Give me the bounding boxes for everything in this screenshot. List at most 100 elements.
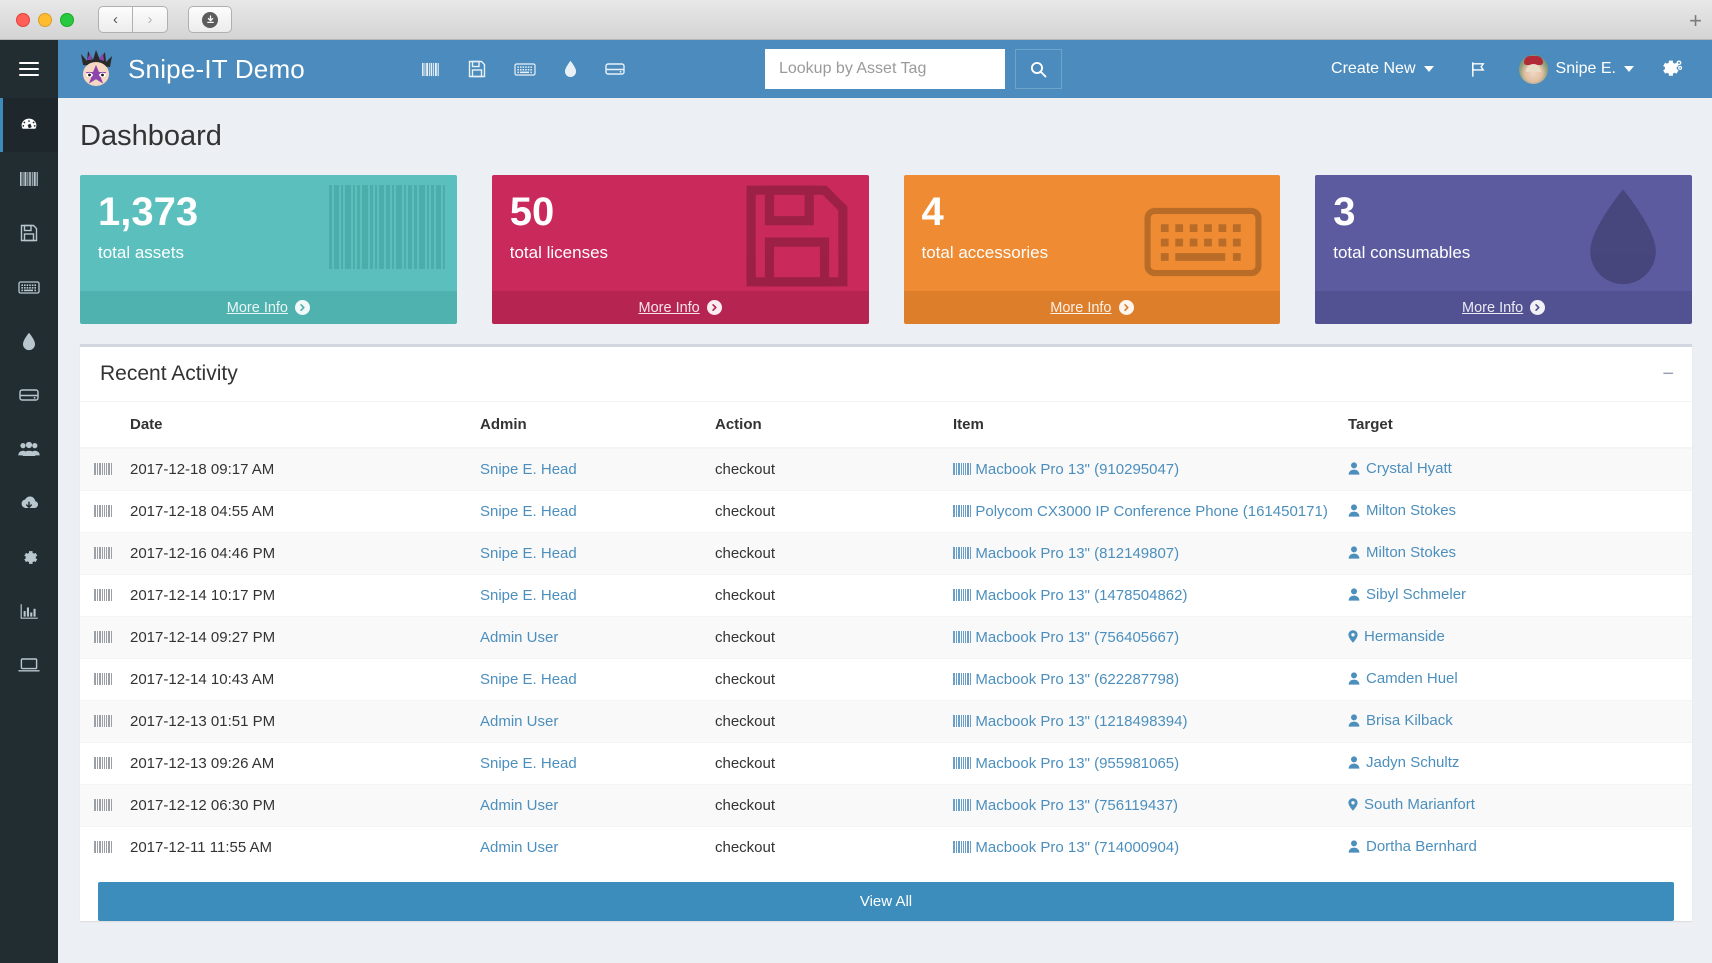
target-link[interactable]: Milton Stokes	[1348, 544, 1456, 561]
cloud-download-icon	[18, 495, 40, 511]
snipe-it-logo-icon	[74, 47, 118, 91]
sidebar-item-requestable[interactable]	[0, 638, 58, 692]
minimize-window-button[interactable]	[38, 13, 52, 27]
column-header-target[interactable]: Target	[1340, 402, 1692, 448]
admin-link[interactable]: Admin User	[480, 629, 558, 646]
admin-link[interactable]: Snipe E. Head	[480, 461, 577, 478]
column-header-icon	[80, 402, 122, 448]
item-link[interactable]: Macbook Pro 13" (756405667)	[953, 629, 1179, 646]
sidebar-item-licenses[interactable]	[0, 206, 58, 260]
sidebar-item-accessories[interactable]	[0, 260, 58, 314]
more-info-link-accessories[interactable]: More Info	[904, 291, 1281, 324]
item-link[interactable]: Macbook Pro 13" (812149807)	[953, 545, 1179, 562]
target-link[interactable]: Milton Stokes	[1348, 502, 1456, 519]
language-flag-button[interactable]	[1454, 40, 1503, 98]
arrow-right-icon	[1119, 300, 1134, 315]
close-window-button[interactable]	[16, 13, 30, 27]
collapse-panel-button[interactable]: −	[1662, 364, 1674, 384]
floppy-disk-icon	[20, 224, 38, 242]
column-header-action[interactable]: Action	[707, 402, 945, 448]
gear-icon	[20, 548, 39, 567]
target-link[interactable]: Crystal Hyatt	[1348, 460, 1452, 477]
row-action-cell: checkout	[707, 659, 945, 701]
item-link[interactable]: Macbook Pro 13" (1478504862)	[953, 587, 1188, 604]
barcode-icon	[953, 589, 971, 601]
row-admin-cell: Snipe E. Head	[472, 575, 707, 617]
more-info-label: More Info	[1050, 300, 1111, 316]
barcode-icon	[953, 547, 971, 559]
admin-link[interactable]: Snipe E. Head	[480, 755, 577, 772]
target-link[interactable]: Sibyl Schmeler	[1348, 586, 1466, 603]
item-link[interactable]: Macbook Pro 13" (910295047)	[953, 461, 1179, 478]
row-action-cell: checkout	[707, 448, 945, 491]
barcode-icon	[94, 589, 112, 601]
admin-link[interactable]: Admin User	[480, 797, 558, 814]
item-link[interactable]: Macbook Pro 13" (714000904)	[953, 839, 1179, 856]
licenses-icon[interactable]	[468, 60, 486, 78]
sidebar-item-assets[interactable]	[0, 152, 58, 206]
row-action-cell: checkout	[707, 617, 945, 659]
more-info-link-licenses[interactable]: More Info	[492, 291, 869, 324]
user-menu-dropdown[interactable]: Snipe E.	[1503, 40, 1650, 98]
sidebar-item-dashboard[interactable]	[0, 98, 58, 152]
avatar	[1519, 55, 1548, 84]
admin-link[interactable]: Snipe E. Head	[480, 671, 577, 688]
sidebar-item-settings[interactable]	[0, 530, 58, 584]
item-link[interactable]: Macbook Pro 13" (622287798)	[953, 671, 1179, 688]
sidebar-item-reports[interactable]	[0, 584, 58, 638]
item-link[interactable]: Macbook Pro 13" (955981065)	[953, 755, 1179, 772]
hamburger-icon	[19, 58, 39, 80]
column-header-item[interactable]: Item	[945, 402, 1340, 448]
maximize-window-button[interactable]	[60, 13, 74, 27]
target-link[interactable]: South Marianfort	[1348, 796, 1475, 813]
row-item-cell: Macbook Pro 13" (756405667)	[945, 617, 1340, 659]
search-input[interactable]	[765, 49, 1005, 89]
view-all-button[interactable]: View All	[98, 882, 1674, 921]
stat-card-consumables: 3 total consumables More Info	[1315, 175, 1692, 324]
item-link[interactable]: Macbook Pro 13" (756119437)	[953, 797, 1178, 814]
admin-link[interactable]: Admin User	[480, 839, 558, 856]
barcode-icon	[953, 757, 971, 769]
new-tab-button[interactable]: +	[1689, 8, 1702, 34]
accessories-icon[interactable]	[514, 62, 536, 77]
more-info-link-assets[interactable]: More Info	[80, 291, 457, 324]
admin-link[interactable]: Snipe E. Head	[480, 545, 577, 562]
sidebar-item-consumables[interactable]	[0, 314, 58, 368]
barcode-icon	[94, 505, 112, 517]
item-link[interactable]: Polycom CX3000 IP Conference Phone (1614…	[953, 503, 1328, 520]
create-new-dropdown[interactable]: Create New	[1311, 40, 1453, 98]
column-header-date[interactable]: Date	[122, 402, 472, 448]
sidebar-item-import[interactable]	[0, 476, 58, 530]
admin-link[interactable]: Snipe E. Head	[480, 503, 577, 520]
components-icon[interactable]	[605, 61, 625, 77]
assets-icon[interactable]	[421, 62, 440, 77]
barcode-icon	[94, 547, 112, 559]
back-button[interactable]: ‹	[98, 6, 133, 33]
column-header-admin[interactable]: Admin	[472, 402, 707, 448]
sidebar-toggle-button[interactable]	[0, 40, 58, 98]
target-link[interactable]: Brisa Kilback	[1348, 712, 1453, 729]
target-link[interactable]: Dortha Bernhard	[1348, 838, 1477, 855]
forward-button[interactable]: ›	[133, 6, 168, 33]
download-arrow-icon	[202, 12, 218, 28]
admin-link[interactable]: Admin User	[480, 713, 558, 730]
barcode-icon	[953, 631, 971, 643]
gears-icon	[1662, 59, 1684, 79]
item-link[interactable]: Macbook Pro 13" (1218498394)	[953, 713, 1188, 730]
consumables-icon[interactable]	[564, 60, 577, 78]
sidebar-item-people[interactable]	[0, 422, 58, 476]
user-icon	[1348, 714, 1360, 727]
barcode-icon	[953, 463, 971, 475]
more-info-link-consumables[interactable]: More Info	[1315, 291, 1692, 324]
search-button[interactable]	[1015, 49, 1062, 89]
sidebar-item-components[interactable]	[0, 368, 58, 422]
settings-button[interactable]	[1650, 40, 1698, 98]
target-link[interactable]: Hermanside	[1348, 628, 1445, 645]
brand-logo-group[interactable]: Snipe-IT Demo	[74, 47, 305, 91]
recent-activity-table: Date Admin Action Item Target 2017-12-18…	[80, 402, 1692, 868]
target-link[interactable]: Camden Huel	[1348, 670, 1458, 687]
target-link[interactable]: Jadyn Schultz	[1348, 754, 1459, 771]
admin-link[interactable]: Snipe E. Head	[480, 587, 577, 604]
row-target-cell: South Marianfort	[1340, 785, 1692, 827]
downloads-button[interactable]	[188, 6, 232, 33]
